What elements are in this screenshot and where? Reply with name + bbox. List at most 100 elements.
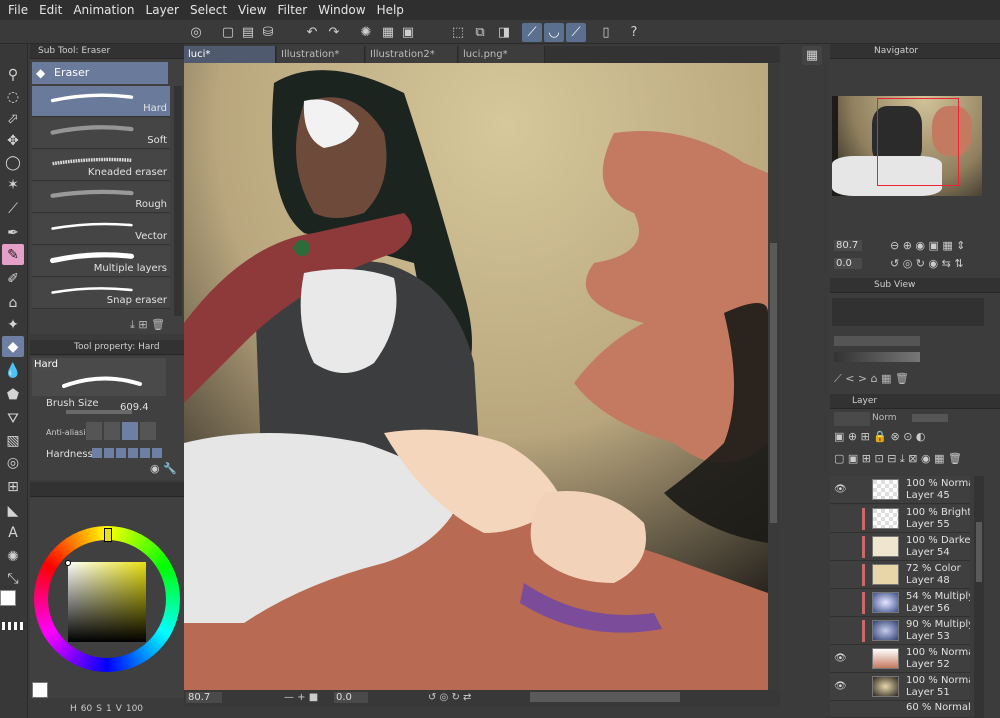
tab-illustration[interactable]: Illustration* bbox=[277, 46, 365, 63]
layer-row[interactable]: 👁 100 % Normal Layer 45 bbox=[830, 476, 970, 504]
angle-field[interactable]: 0.0 bbox=[334, 692, 368, 703]
artwork-canvas[interactable] bbox=[184, 63, 768, 690]
transparent-color-swatch[interactable] bbox=[2, 622, 26, 630]
layer-row[interactable]: 72 % Color Layer 48 bbox=[830, 561, 970, 589]
eye-icon[interactable]: 👁 bbox=[834, 653, 847, 664]
sub-view-area[interactable] bbox=[832, 298, 984, 326]
brush-soft[interactable]: Soft bbox=[32, 118, 170, 149]
canvas-horizontal-scrollbar[interactable] bbox=[530, 692, 680, 702]
layer-row[interactable]: 👁 100 % Normal Layer 51 bbox=[830, 673, 970, 701]
hue-marker[interactable] bbox=[104, 528, 112, 542]
snap-ruler-icon[interactable]: ⟋ bbox=[522, 23, 542, 42]
brush-rough[interactable]: Rough bbox=[32, 182, 170, 213]
color-picker-marker[interactable] bbox=[65, 560, 71, 566]
layer-row[interactable]: 90 % Multiply Layer 53 bbox=[830, 617, 970, 645]
clip-studio-icon[interactable]: ◎ bbox=[186, 23, 206, 42]
property-settings-icons[interactable]: ◉ 🔧 bbox=[150, 462, 177, 475]
text-tool-icon[interactable]: A bbox=[2, 522, 24, 543]
sub-view-zoom-slider[interactable] bbox=[834, 352, 920, 362]
canvas-viewport[interactable] bbox=[184, 63, 768, 690]
menu-select[interactable]: Select bbox=[188, 3, 236, 17]
anti-alias-medium[interactable] bbox=[122, 422, 138, 440]
layer-scrollbar[interactable] bbox=[974, 476, 984, 718]
open-file-icon[interactable]: ▤ bbox=[238, 23, 258, 42]
lasso-tool-icon[interactable]: ◯ bbox=[2, 152, 24, 173]
main-color-swatch[interactable] bbox=[0, 590, 16, 606]
menu-edit[interactable]: Edit bbox=[37, 3, 71, 17]
help-icon[interactable]: ? bbox=[624, 23, 644, 42]
fill-selection-icon[interactable]: ▣ bbox=[398, 23, 418, 42]
menu-view[interactable]: View bbox=[236, 3, 275, 17]
gradient-tool-icon[interactable]: ▧ bbox=[2, 430, 24, 451]
tab-luci-png[interactable]: luci.png* bbox=[459, 46, 545, 63]
airbrush-tool-icon[interactable]: ⌂ bbox=[2, 292, 24, 313]
brush-hard[interactable]: Hard bbox=[32, 86, 170, 117]
frame-tool-icon[interactable]: ⊞ bbox=[2, 476, 24, 497]
menu-help[interactable]: Help bbox=[375, 3, 413, 17]
eraser-group-button[interactable]: Eraser bbox=[32, 62, 168, 84]
tab-luci[interactable]: luci* bbox=[184, 46, 276, 63]
brush-snap-eraser[interactable]: Snap eraser bbox=[32, 278, 170, 309]
fill-bucket-icon[interactable]: ⛛ bbox=[2, 408, 24, 429]
navigator-preview[interactable] bbox=[832, 96, 982, 196]
save-icon[interactable]: ⛁ bbox=[258, 23, 278, 42]
clear-icon[interactable]: ▦ bbox=[378, 23, 398, 42]
layer-lock-icons[interactable]: ▣ ⊕ ⊞ 🔒 ⊗ ⊙ ◐ bbox=[834, 430, 926, 443]
layer-row[interactable]: 100 % Darker color Layer 54 bbox=[830, 533, 970, 561]
eyedropper-icon[interactable]: ⟋ bbox=[2, 198, 24, 219]
main-color-indicator[interactable] bbox=[32, 682, 48, 698]
snap-grid-icon[interactable]: ⟋ bbox=[566, 23, 586, 42]
menu-animation[interactable]: Animation bbox=[71, 3, 143, 17]
menu-layer[interactable]: Layer bbox=[144, 3, 188, 17]
loading-icon[interactable]: ✺ bbox=[356, 23, 376, 42]
deselect-icon[interactable]: ⬚ bbox=[448, 23, 468, 42]
navigator-rotate-controls[interactable]: ↺ ◎ ↻ ◉ ⇆ ⇅ bbox=[890, 257, 964, 270]
zoom-controls[interactable]: — + ■ bbox=[284, 692, 318, 703]
navigator-zoom-controls[interactable]: ⊖ ⊕ ◉ ▣ ▦ ⇕ bbox=[890, 239, 966, 252]
blend-tool-icon[interactable]: 💧 bbox=[2, 360, 24, 381]
tab-illustration2[interactable]: Illustration2* bbox=[366, 46, 458, 63]
smartphone-icon[interactable]: ▯ bbox=[596, 23, 616, 42]
pencil-tool-icon[interactable]: ✎ bbox=[2, 244, 24, 265]
eye-icon[interactable]: 👁 bbox=[834, 681, 847, 692]
blend-mode-select[interactable]: Norm bbox=[872, 413, 897, 423]
hardness-steps[interactable] bbox=[92, 448, 164, 458]
brush-multiple-layers[interactable]: Multiple layers bbox=[32, 246, 170, 277]
sub-view-controls[interactable]: ⟋ < > ⌂ ▦ 🗑 bbox=[834, 372, 909, 386]
operation-tool-icon[interactable]: ⬀ bbox=[2, 108, 24, 129]
layer-row[interactable]: 60 % Normal bbox=[830, 701, 970, 718]
redo-icon[interactable]: ↷ bbox=[324, 23, 344, 42]
eye-icon[interactable]: 👁 bbox=[834, 484, 847, 495]
rotate-tool-icon[interactable]: ◌ bbox=[2, 86, 24, 107]
correct-line-icon[interactable]: ⤡ bbox=[2, 568, 24, 589]
new-file-icon[interactable]: ▢ bbox=[218, 23, 238, 42]
menu-window[interactable]: Window bbox=[316, 3, 374, 17]
undo-icon[interactable]: ↶ bbox=[302, 23, 322, 42]
menu-file[interactable]: File bbox=[6, 3, 37, 17]
saturation-value-box[interactable] bbox=[68, 562, 146, 642]
move-tool-icon[interactable]: ✥ bbox=[2, 130, 24, 151]
canvas-vertical-scrollbar[interactable] bbox=[768, 63, 780, 690]
snap-special-ruler-icon[interactable]: ◡ bbox=[544, 23, 564, 42]
menu-filter[interactable]: Filter bbox=[276, 3, 317, 17]
invert-selection-icon[interactable]: ⧉ bbox=[470, 23, 490, 42]
anti-alias-none[interactable] bbox=[86, 422, 102, 440]
layer-action-icons[interactable]: ▢ ▣ ⊞ ⊡ ⊟ ⤓ ⊠ ◉ ▦ 🗑 bbox=[834, 452, 962, 466]
balloon-tool-icon[interactable]: ✺ bbox=[2, 546, 24, 567]
opacity-slider[interactable] bbox=[912, 414, 948, 422]
anti-alias-weak[interactable] bbox=[104, 422, 120, 440]
rotation-controls[interactable]: ↺ ◎ ↻ ⇄ bbox=[428, 692, 471, 703]
brush-kneaded-eraser[interactable]: Kneaded eraser bbox=[32, 150, 170, 181]
layer-row[interactable]: 100 % Brightness Layer 55 bbox=[830, 505, 970, 533]
sub-tool-scrollbar[interactable] bbox=[174, 86, 182, 316]
layer-row[interactable]: 54 % Multiply Layer 56 bbox=[830, 589, 970, 617]
anti-alias-strong[interactable] bbox=[140, 422, 156, 440]
fill-tool-icon[interactable]: ⬟ bbox=[2, 384, 24, 405]
brush-tool-icon[interactable]: ✐ bbox=[2, 268, 24, 289]
figure-tool-icon[interactable]: ◎ bbox=[2, 452, 24, 473]
navigator-zoom-field[interactable]: 80.7 bbox=[834, 240, 862, 251]
crop-icon[interactable]: ◨ bbox=[494, 23, 514, 42]
layer-mode-swatch[interactable] bbox=[834, 412, 870, 426]
brush-size-value[interactable]: 609.4 bbox=[120, 402, 149, 413]
ruler-tool-icon[interactable]: ◣ bbox=[2, 500, 24, 521]
